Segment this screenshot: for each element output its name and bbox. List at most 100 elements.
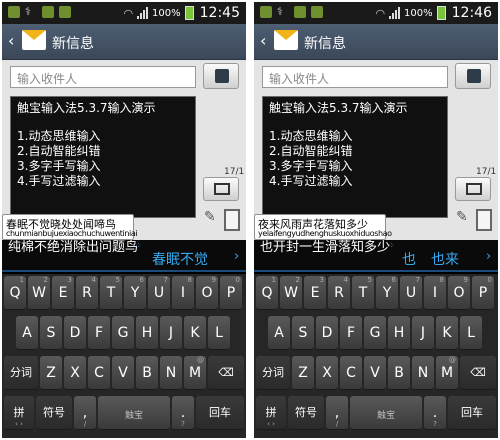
candidate-expand-icon[interactable]: ›: [234, 249, 239, 264]
space-key[interactable]: 触宝: [350, 396, 422, 430]
key[interactable]: N: [160, 356, 182, 390]
key[interactable]: F: [340, 316, 362, 350]
key-hint: 2: [295, 276, 300, 284]
key[interactable]: J: [160, 316, 182, 350]
key[interactable]: Q1: [256, 276, 278, 310]
key[interactable]: S: [292, 316, 314, 350]
period-key[interactable]: .?: [172, 396, 194, 430]
key[interactable]: M @: [184, 356, 206, 390]
key[interactable]: V: [364, 356, 386, 390]
key[interactable]: I8: [424, 276, 446, 310]
back-icon[interactable]: ‹: [260, 31, 266, 50]
send-button[interactable]: [203, 177, 239, 201]
key[interactable]: L: [460, 316, 482, 350]
key[interactable]: Z: [292, 356, 314, 390]
back-icon[interactable]: ‹: [8, 31, 14, 50]
key[interactable]: X: [64, 356, 86, 390]
message-line: 3.多字手写输入: [17, 159, 101, 173]
title-bar: ‹ 新信息: [2, 24, 246, 60]
key[interactable]: T5: [100, 276, 122, 310]
enter-key[interactable]: 回车: [448, 396, 496, 430]
pinyin-switch-key[interactable]: 拼 ‹ ›: [256, 396, 286, 430]
candidate-bar: 纯棉不绝消除出问题鸟 ⁘ 春眠不觉 ›: [2, 240, 246, 272]
key[interactable]: G: [364, 316, 386, 350]
add-contact-button[interactable]: [455, 63, 491, 89]
enter-key[interactable]: 回车: [196, 396, 244, 430]
key[interactable]: Z: [40, 356, 62, 390]
message-line: [269, 116, 441, 129]
key[interactable]: P0: [220, 276, 242, 310]
key[interactable]: W2: [280, 276, 302, 310]
key[interactable]: T5: [352, 276, 374, 310]
document-icon[interactable]: [476, 209, 492, 231]
key[interactable]: G: [112, 316, 134, 350]
segment-key[interactable]: 分词: [256, 356, 290, 390]
key[interactable]: B: [136, 356, 158, 390]
key[interactable]: F: [88, 316, 110, 350]
candidate-main[interactable]: 也开封一生滑落知多少: [260, 240, 390, 255]
key[interactable]: R4: [328, 276, 350, 310]
key[interactable]: A: [268, 316, 290, 350]
candidate-main[interactable]: 纯棉不绝消除出问题鸟: [8, 240, 138, 255]
backspace-icon[interactable]: ⌫: [460, 356, 496, 390]
candidate-expand-icon[interactable]: ›: [486, 249, 491, 264]
key[interactable]: U7: [400, 276, 422, 310]
key[interactable]: E3: [52, 276, 74, 310]
usb-icon: ⚕: [25, 5, 31, 18]
symbol-key[interactable]: 符号: [288, 396, 324, 430]
key[interactable]: W2: [28, 276, 50, 310]
recipient-input[interactable]: 输入收件人: [262, 66, 448, 88]
candidate-alt[interactable]: 春眠不觉: [152, 249, 208, 269]
composition-popup: 夜来风雨声花落知多少 yelaifengyudhenghuskuoxhiduos…: [254, 214, 392, 240]
key[interactable]: P0: [472, 276, 494, 310]
message-line: 触宝输入法5.3.7输入演示: [269, 101, 408, 115]
key[interactable]: I8: [172, 276, 194, 310]
pinyin-switch-key[interactable]: 拼 ‹ ›: [4, 396, 34, 430]
key[interactable]: X: [316, 356, 338, 390]
key[interactable]: E3: [304, 276, 326, 310]
comma-key[interactable]: , /: [326, 396, 348, 430]
space-key[interactable]: 触宝: [98, 396, 170, 430]
key[interactable]: H: [136, 316, 158, 350]
key[interactable]: C: [88, 356, 110, 390]
candidate-alt[interactable]: 也来: [431, 249, 459, 269]
key-hint: 0: [487, 276, 492, 284]
key[interactable]: H: [388, 316, 410, 350]
recipient-input[interactable]: 输入收件人: [10, 66, 196, 88]
period-key[interactable]: .?: [424, 396, 446, 430]
key[interactable]: R4: [76, 276, 98, 310]
attach-icon[interactable]: ✎: [456, 209, 472, 231]
key[interactable]: Y6: [124, 276, 146, 310]
candidate-alt[interactable]: 也: [402, 249, 416, 269]
comma-key[interactable]: , /: [74, 396, 96, 430]
key[interactable]: K: [436, 316, 458, 350]
document-icon[interactable]: [224, 209, 240, 231]
symbol-key[interactable]: 符号: [36, 396, 72, 430]
key[interactable]: A: [16, 316, 38, 350]
key[interactable]: D: [316, 316, 338, 350]
key[interactable]: L: [208, 316, 230, 350]
segment-key[interactable]: 分词: [4, 356, 38, 390]
send-button[interactable]: [455, 177, 491, 201]
message-input[interactable]: 触宝输入法5.3.7输入演示 1.动态思维输入 2.自动智能纠错 3.多字手写输入 4.…: [10, 96, 196, 218]
message-input[interactable]: 触宝输入法5.3.7输入演示 1.动态思维输入 2.自动智能纠错 3.多字手写输入 4.…: [262, 96, 448, 218]
key[interactable]: M @: [436, 356, 458, 390]
key[interactable]: V: [112, 356, 134, 390]
key[interactable]: O9: [196, 276, 218, 310]
key[interactable]: U7: [148, 276, 170, 310]
key[interactable]: C: [340, 356, 362, 390]
key[interactable]: J: [412, 316, 434, 350]
signal-icon: [137, 7, 149, 19]
key[interactable]: N: [412, 356, 434, 390]
backspace-icon[interactable]: ⌫: [208, 356, 244, 390]
key-hint: 4: [91, 276, 96, 284]
key[interactable]: B: [388, 356, 410, 390]
key[interactable]: O9: [448, 276, 470, 310]
add-contact-button[interactable]: [203, 63, 239, 89]
key[interactable]: K: [184, 316, 206, 350]
attach-icon[interactable]: ✎: [204, 209, 220, 231]
key[interactable]: S: [40, 316, 62, 350]
key[interactable]: Q1: [4, 276, 26, 310]
key[interactable]: Y6: [376, 276, 398, 310]
key[interactable]: D: [64, 316, 86, 350]
